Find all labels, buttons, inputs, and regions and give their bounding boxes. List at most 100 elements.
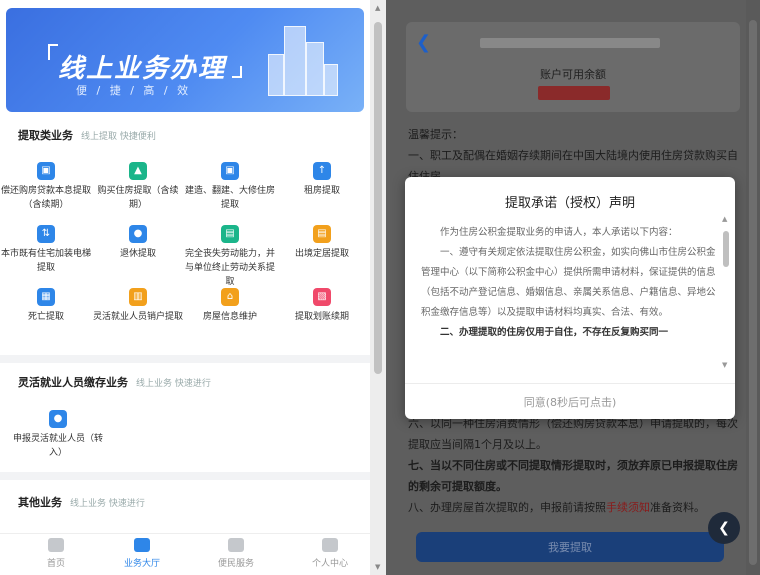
scroll-thumb[interactable] xyxy=(374,22,382,374)
withdraw-item-label: 死亡提取 xyxy=(27,312,64,322)
scroll-thumb[interactable] xyxy=(723,231,729,267)
building-illustration xyxy=(268,54,284,96)
notice-item-6: 六、以同一种住房消费情形（偿还购房贷款本息）申请提取的，每次提取应当间隔1个月及… xyxy=(408,417,738,451)
withdraw-item-label: 提取划账续期 xyxy=(294,312,349,322)
withdraw-item-label: 退休提取 xyxy=(119,249,156,259)
notice-item-8: 八、办理房屋首次提取的，申报前请按照手续须知准备资料。 xyxy=(408,497,742,518)
section-divider xyxy=(0,472,370,480)
section-hint: 线上业务 快速进行 xyxy=(70,499,145,509)
chevron-left-icon[interactable]: ❮ xyxy=(708,512,740,544)
section-hint: 线上提取 快捷便利 xyxy=(81,132,156,142)
scroll-up-arrow[interactable]: ▲ xyxy=(375,4,380,12)
withdraw-item[interactable]: ● 退休提取 xyxy=(92,225,184,261)
scroll-down-arrow[interactable]: ▼ xyxy=(722,361,727,369)
withdraw-item-label: 租房提取 xyxy=(303,186,340,196)
right-scrollbar[interactable] xyxy=(746,0,760,575)
banner-title: 线上业务办理 xyxy=(58,54,227,84)
section-title-other: 其他业务 线上业务 快速进行 xyxy=(18,494,145,510)
balance-card: ❮ 账户可用余额 xyxy=(406,22,740,112)
banner-subtitle: 便 / 捷 / 高 / 效 xyxy=(76,84,192,97)
section-title-text: 其他业务 xyxy=(18,496,62,509)
nav-label: 个人中心 xyxy=(311,559,348,569)
withdraw-item[interactable]: ▧ 提取划账续期 xyxy=(276,288,368,324)
withdraw-item-label: 偿还购房贷款本息提取（含续期） xyxy=(0,186,91,210)
withdraw-item[interactable]: ↑ 租房提取 xyxy=(276,162,368,198)
building-illustration xyxy=(284,26,306,96)
withdraw-item[interactable]: ▤ 出境定居提取 xyxy=(276,225,368,261)
business-banner: 线上业务办理 便 / 捷 / 高 / 效 xyxy=(6,8,364,112)
calendar-icon: ▧ xyxy=(313,288,331,306)
briefcase-icon xyxy=(134,538,150,552)
section-hint: 线上业务 快速进行 xyxy=(136,379,211,389)
section-title-text: 灵活就业人员缴存业务 xyxy=(18,376,128,389)
redacted-balance xyxy=(538,86,610,100)
scroll-down-arrow[interactable]: ▼ xyxy=(375,563,380,571)
scroll-up-arrow[interactable]: ▲ xyxy=(722,215,727,223)
upload-icon: ↑ xyxy=(313,162,331,180)
arrow-up-icon: ▲ xyxy=(129,162,147,180)
withdraw-item[interactable]: ▣ 建造、翻建、大修住房提取 xyxy=(184,162,276,212)
procedure-link[interactable]: 手续须知 xyxy=(606,501,650,514)
building-illustration xyxy=(306,42,324,96)
banner-bracket-left xyxy=(48,44,58,60)
modal-body: 作为住房公积金提取业务的申请人，本人承诺以下内容： 一、遵守有关规定依法提取住房… xyxy=(421,223,717,369)
home-icon: ⌂ xyxy=(221,288,239,306)
withdraw-item[interactable]: ▥ 灵活就业人员销户提取 xyxy=(92,288,184,324)
modal-paragraph: 作为住房公积金提取业务的申请人，本人承诺以下内容： xyxy=(440,227,678,238)
notice-heading: 温馨提示： xyxy=(408,128,463,141)
withdraw-item-label: 出境定居提取 xyxy=(294,249,349,259)
redacted-account-info xyxy=(480,38,660,48)
doc-icon: ▦ xyxy=(37,288,55,306)
nav-label: 首页 xyxy=(46,559,65,569)
banner-bracket-right xyxy=(232,66,242,78)
left-scrollbar[interactable]: ▲ ▼ xyxy=(370,0,386,575)
notice-8-text: 八、办理房屋首次提取的，申报前请按照 xyxy=(408,501,606,514)
service-icon xyxy=(228,538,244,552)
withdraw-item[interactable]: ▤ 完全丧失劳动能力，并与单位终止劳动关系提取 xyxy=(184,225,276,289)
nav-business-hall[interactable]: 业务大厅 xyxy=(96,538,188,569)
modal-title: 提取承诺（授权）声明 xyxy=(504,196,635,211)
agree-button[interactable]: 同意(8秒后可点击) xyxy=(405,383,735,419)
withdraw-item[interactable]: ▦ 死亡提取 xyxy=(0,288,92,324)
withdraw-item[interactable]: ▣ 偿还购房贷款本息提取（含续期） xyxy=(0,162,92,212)
withdraw-item-label: 灵活就业人员销户提取 xyxy=(92,312,183,322)
commitment-modal: 提取承诺（授权）声明 作为住房公积金提取业务的申请人，本人承诺以下内容： 一、遵… xyxy=(405,177,735,419)
nav-label: 便民服务 xyxy=(217,559,254,569)
modal-paragraph: 二、办理提取的住房仅用于自住，不存在反复购买同一 xyxy=(440,327,669,338)
person-icon: ● xyxy=(129,225,147,243)
back-arrow-icon[interactable]: ❮ xyxy=(416,32,431,53)
withdraw-item[interactable]: ⇅ 本市既有住宅加装电梯提取 xyxy=(0,225,92,275)
withdraw-item-label: 购买住房提取（含续期） xyxy=(97,186,179,210)
nav-personal[interactable]: 个人中心 xyxy=(284,538,370,569)
withdraw-item-label: 本市既有住宅加装电梯提取 xyxy=(0,249,91,273)
flex-item-label: 申报灵活就业人员（转入） xyxy=(12,434,103,458)
left-panel: 线上业务办理 便 / 捷 / 高 / 效 提取类业务 线上提取 快捷便利 ▣ 偿还购… xyxy=(0,0,370,575)
apply-withdraw-button[interactable]: 我要提取 xyxy=(416,532,724,562)
nav-home[interactable]: 首页 xyxy=(10,538,102,569)
modal-scrollbar[interactable]: ▲ ▼ xyxy=(721,215,731,371)
bottom-nav: 首页 业务大厅 便民服务 个人中心 xyxy=(0,533,370,575)
withdraw-item-label: 建造、翻建、大修住房提取 xyxy=(184,186,275,210)
withdraw-item[interactable]: ⌂ 房屋信息维护 xyxy=(184,288,276,324)
withdraw-item-label: 房屋信息维护 xyxy=(202,312,257,322)
section-divider xyxy=(0,355,370,363)
nav-convenience[interactable]: 便民服务 xyxy=(190,538,282,569)
flex-item-declare[interactable]: ● 申报灵活就业人员（转入） xyxy=(12,410,104,460)
building-illustration xyxy=(324,64,338,96)
card-icon: ▤ xyxy=(313,225,331,243)
scroll-thumb[interactable] xyxy=(749,20,757,565)
withdraw-item-label: 完全丧失劳动能力，并与单位终止劳动关系提取 xyxy=(184,249,275,287)
modal-paragraph: 一、遵守有关规定依法提取住房公积金，如实向佛山市住房公积金管理中心（以下简称公积… xyxy=(421,247,716,318)
notice-item-7: 七、当以不同住房或不同提取情形提取时，须放弃原已申报提取住房的剩余可提取额度。 xyxy=(408,459,738,493)
elevator-icon: ⇅ xyxy=(37,225,55,243)
withdraw-item[interactable]: ▲ 购买住房提取（含续期） xyxy=(92,162,184,212)
notice-8-suffix: 准备资料。 xyxy=(650,501,705,514)
house-icon: ▣ xyxy=(221,162,239,180)
section-title-withdraw: 提取类业务 线上提取 快捷便利 xyxy=(18,127,156,143)
nav-label: 业务大厅 xyxy=(123,559,160,569)
lock-icon: ▥ xyxy=(129,288,147,306)
house-icon: ▣ xyxy=(37,162,55,180)
balance-label: 账户可用余额 xyxy=(540,68,606,81)
person-icon: ● xyxy=(49,410,67,428)
home-icon xyxy=(48,538,64,552)
